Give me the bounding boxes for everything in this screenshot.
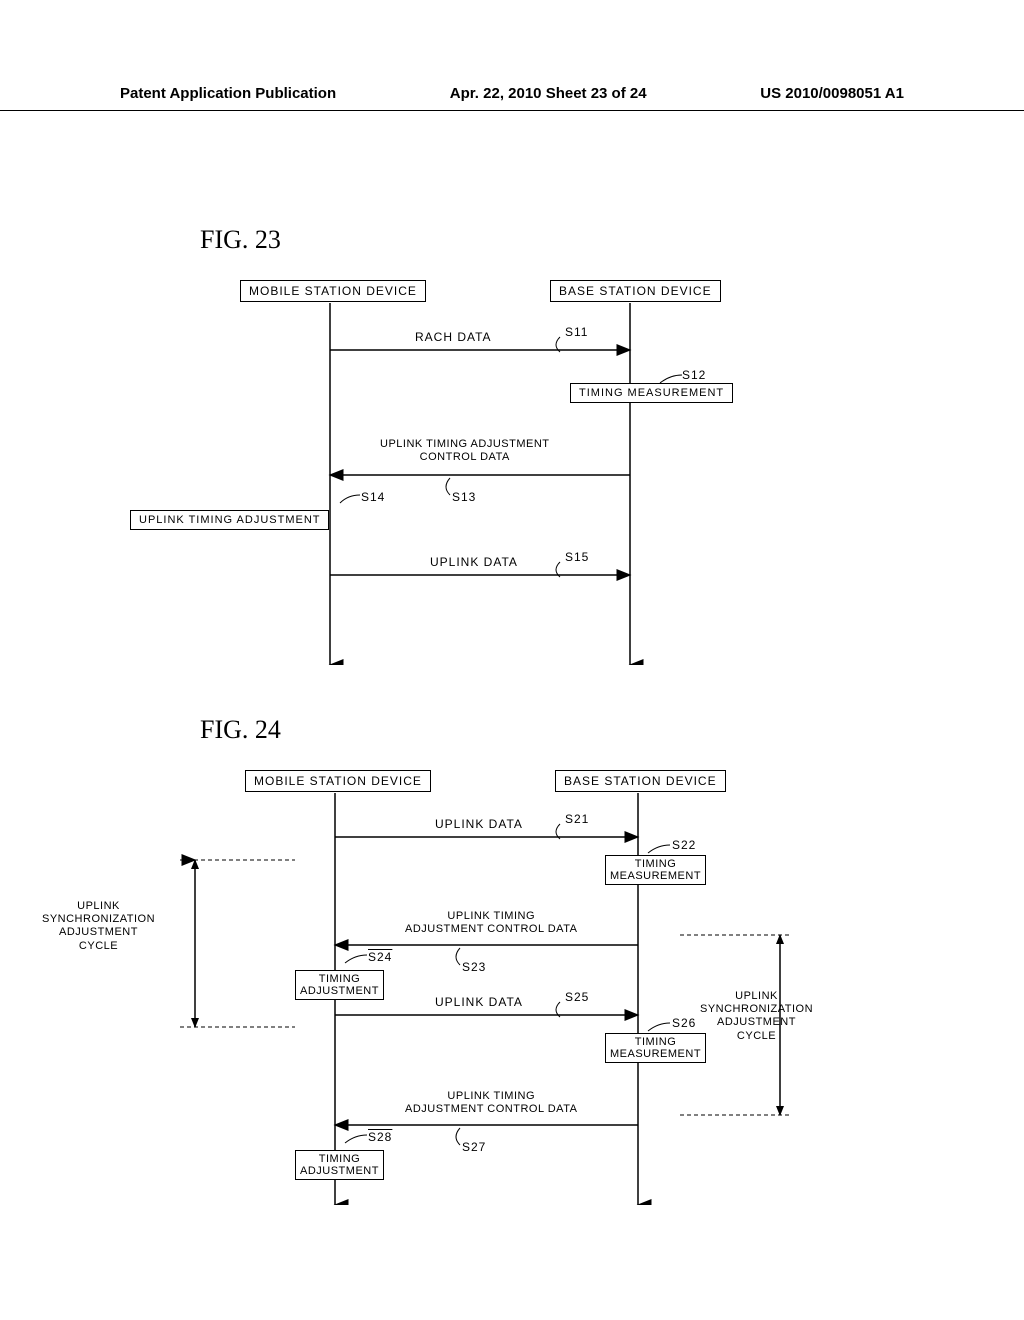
fig24-s23: S23 (462, 960, 486, 974)
fig23-s13-label-l2: CONTROL DATA (420, 451, 510, 463)
fig24-s27-label-l2: ADJUSTMENT CONTROL DATA (405, 1103, 577, 1115)
fig24-s27-label: UPLINK TIMING ADJUSTMENT CONTROL DATA (405, 1090, 577, 1116)
fig23-s15-label: UPLINK DATA (430, 555, 518, 569)
fig23-s13-label: UPLINK TIMING ADJUSTMENT CONTROL DATA (380, 438, 549, 464)
header-left: Patent Application Publication (120, 85, 336, 102)
fig24-s23-label: UPLINK TIMING ADJUSTMENT CONTROL DATA (405, 910, 577, 936)
fig24-s22: S22 (672, 838, 696, 852)
fig24-s23-label-l2: ADJUSTMENT CONTROL DATA (405, 923, 577, 935)
fig24-s25-label: UPLINK DATA (435, 995, 523, 1009)
fig23-s12: S12 (682, 368, 706, 382)
fig24-s24-box: TIMINGADJUSTMENT (295, 970, 384, 1000)
fig24-left-cycle: UPLINKSYNCHRONIZATIONADJUSTMENTCYCLE (42, 900, 155, 953)
fig24-s26: S26 (672, 1016, 696, 1030)
fig24-s26-box: TIMINGMEASUREMENT (605, 1033, 706, 1063)
fig24-s21-label: UPLINK DATA (435, 817, 523, 831)
fig24-mobile-box: MOBILE STATION DEVICE (245, 770, 431, 792)
fig24-s25: S25 (565, 990, 589, 1004)
fig23-s12-box: TIMING MEASUREMENT (570, 383, 733, 403)
fig23-title: FIG. 23 (200, 225, 281, 255)
fig24-s24: S24 (368, 950, 392, 964)
fig24-title: FIG. 24 (200, 715, 281, 745)
fig24-s22-box: TIMINGMEASUREMENT (605, 855, 706, 885)
fig23-s14-box: UPLINK TIMING ADJUSTMENT (130, 510, 329, 530)
fig24-s23-label-l1: UPLINK TIMING (447, 910, 535, 922)
fig24-right-cycle: UPLINKSYNCHRONIZATIONADJUSTMENTCYCLE (700, 990, 813, 1043)
fig24-s21: S21 (565, 812, 589, 826)
fig23-s11-label: RACH DATA (415, 330, 492, 344)
fig24-s28-box: TIMINGADJUSTMENT (295, 1150, 384, 1180)
fig23-s13: S13 (452, 490, 476, 504)
fig24-s27: S27 (462, 1140, 486, 1154)
fig24-s27-label-l1: UPLINK TIMING (447, 1090, 535, 1102)
fig24-diagram: MOBILE STATION DEVICE BASE STATION DEVIC… (160, 765, 864, 1205)
fig23-base-box: BASE STATION DEVICE (550, 280, 721, 302)
fig24-s28: S28 (368, 1130, 392, 1144)
fig23-mobile-box: MOBILE STATION DEVICE (240, 280, 426, 302)
fig23-diagram: MOBILE STATION DEVICE BASE STATION DEVIC… (160, 275, 864, 665)
page-header: Patent Application Publication Apr. 22, … (0, 85, 1024, 111)
header-center: Apr. 22, 2010 Sheet 23 of 24 (450, 85, 647, 102)
fig24-base-box: BASE STATION DEVICE (555, 770, 726, 792)
header-right: US 2010/0098051 A1 (760, 85, 904, 102)
fig23-s15: S15 (565, 550, 589, 564)
fig23-s14: S14 (361, 490, 385, 504)
fig23-s11: S11 (565, 325, 588, 339)
fig23-s13-label-l1: UPLINK TIMING ADJUSTMENT (380, 438, 549, 450)
